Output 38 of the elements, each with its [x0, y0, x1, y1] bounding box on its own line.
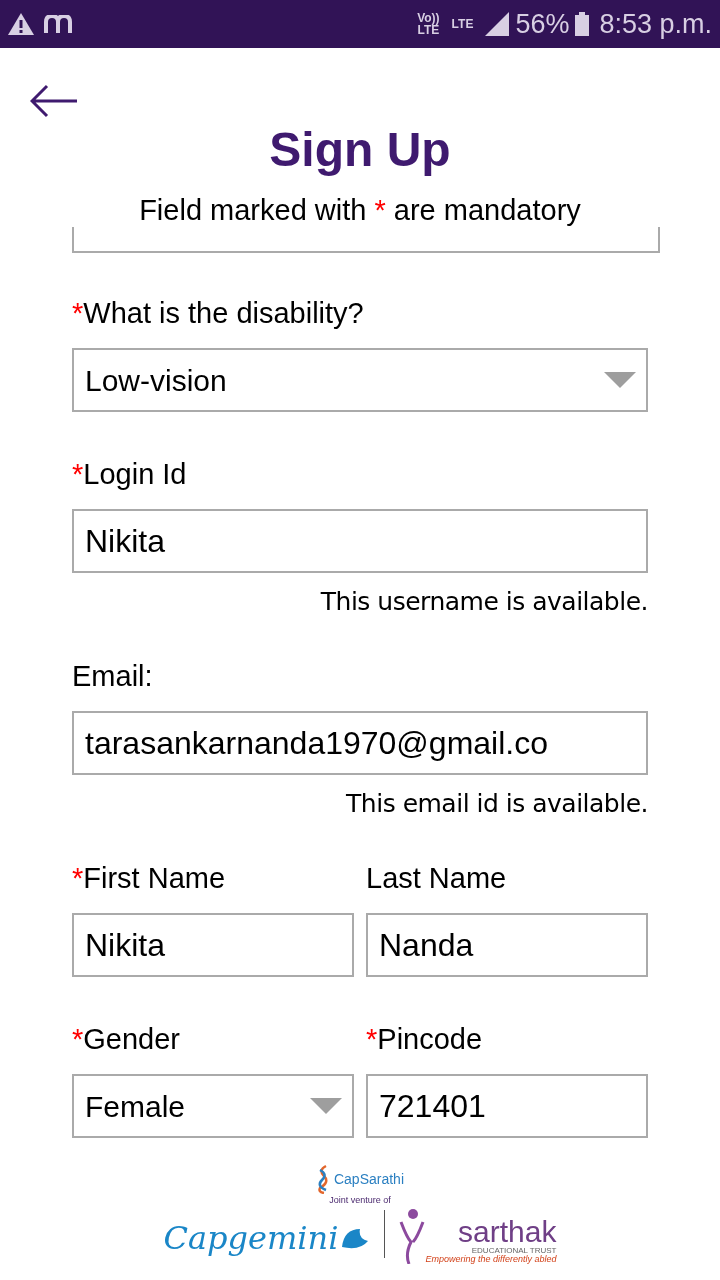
input-field[interactable]: Nikita: [72, 509, 648, 573]
network-indicator: Vo)) LTE: [417, 12, 440, 36]
page-title: Sign Up: [268, 126, 452, 174]
joint-venture-text: Joint venture of: [329, 1194, 391, 1207]
input-field[interactable]: tarasankarnanda1970@gmail.co: [72, 711, 648, 775]
dropdown-caret-icon: [310, 1098, 342, 1114]
availability-hint: This username is available.: [320, 589, 648, 614]
partner-logo-text: sarthak: [458, 1216, 557, 1247]
back-arrow-icon[interactable]: [30, 84, 78, 118]
dropdown-field[interactable]: Low-vision: [72, 348, 648, 412]
network-indicator: LTE: [451, 18, 474, 30]
dropdown-field[interactable]: [72, 227, 660, 253]
field-label: *What is the disability?: [72, 299, 365, 331]
partner-logo-text: Capgemini: [163, 1221, 339, 1254]
battery-percent: 56%: [515, 7, 570, 41]
app-notification-icon: [44, 15, 72, 33]
field-label: *Gender: [72, 1025, 182, 1057]
signal-icon: [485, 12, 510, 36]
dropdown-field[interactable]: Female: [72, 1074, 354, 1138]
input-field[interactable]: Nikita: [72, 913, 354, 977]
field-label: *Login Id: [72, 460, 188, 492]
partner-subtitle: EDUCATIONAL TRUST: [471, 1246, 557, 1255]
warning-icon: [8, 13, 34, 35]
availability-hint: This email id is available.: [346, 791, 648, 816]
dropdown-caret-icon: [604, 372, 636, 388]
clock: 8:53 p.m.: [599, 7, 712, 41]
person-logo-icon: [399, 1207, 426, 1264]
app-logo-icon: [315, 1164, 330, 1194]
input-field[interactable]: 721401: [366, 1074, 648, 1138]
field-label: Email:: [72, 662, 154, 694]
battery-icon: [575, 12, 590, 36]
field-label: *Pincode: [366, 1025, 484, 1057]
partner-tagline: Empowering the differently abled: [425, 1254, 557, 1264]
input-field[interactable]: Nanda: [366, 913, 648, 977]
field-label: Last Name: [366, 864, 508, 896]
field-label: *First Name: [72, 864, 227, 896]
app-name: CapSarathi: [333, 1169, 404, 1189]
mandatory-notice: Field marked with * are mandatory: [138, 196, 582, 225]
